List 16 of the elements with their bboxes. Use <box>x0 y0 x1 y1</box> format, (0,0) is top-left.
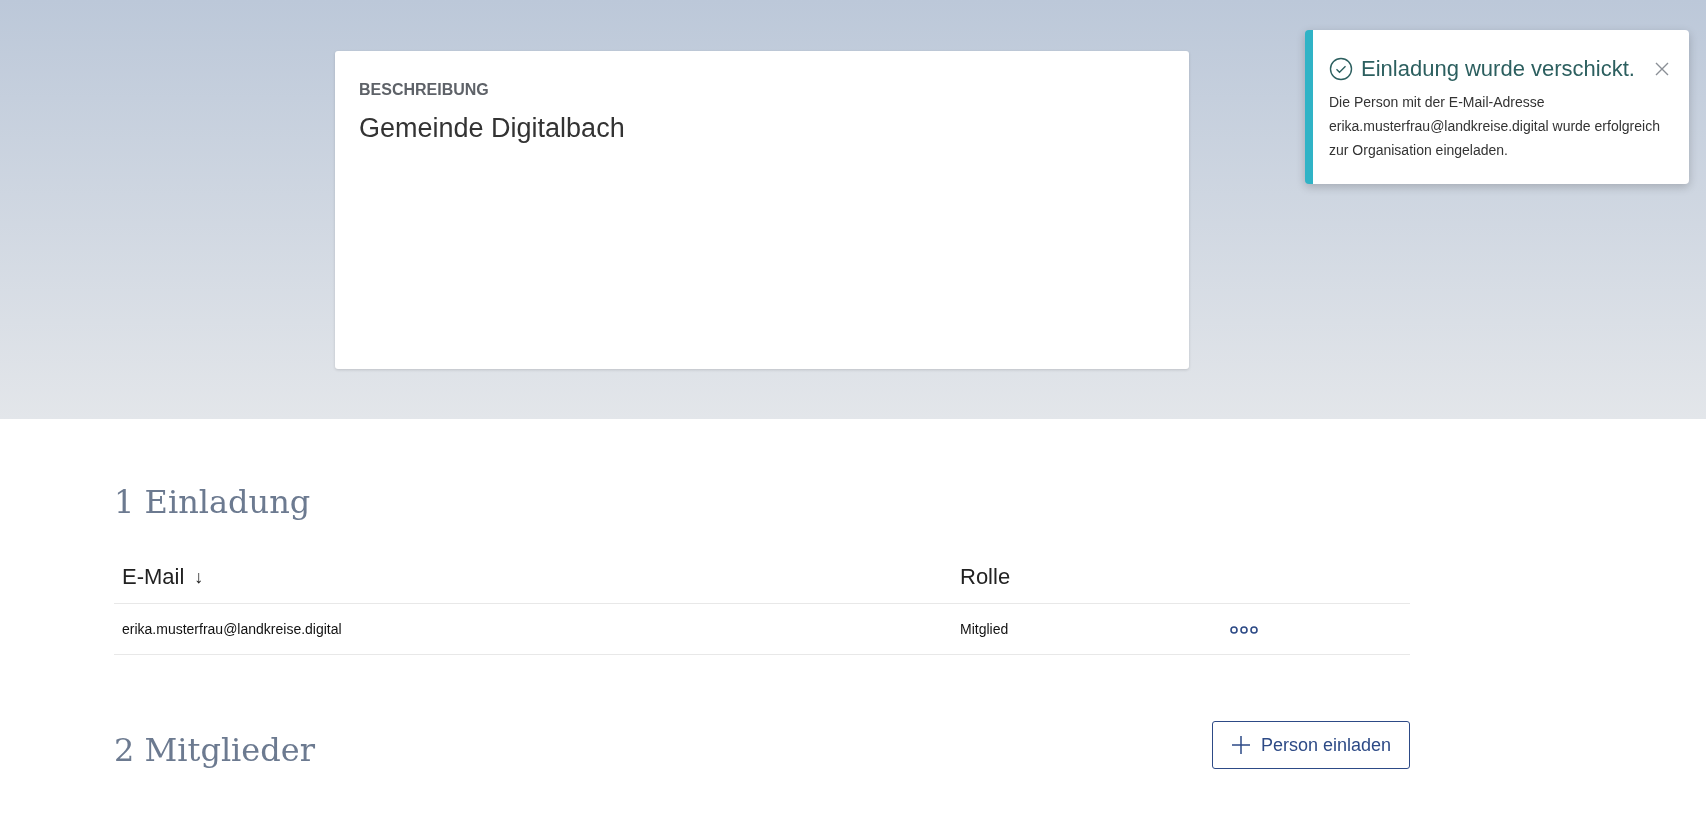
plus-icon <box>1230 735 1251 755</box>
column-header[interactable]: E-Mail <box>122 564 185 590</box>
more-options-icon[interactable] <box>1230 626 1258 634</box>
section-heading: 2 Mitglieder <box>114 731 315 769</box>
invite-person-button[interactable]: Person einladen <box>1211 721 1410 769</box>
role-cell: Mitglied <box>960 621 1009 637</box>
column-header[interactable]: Rolle <box>960 564 1011 590</box>
description-value: Gemeinde Digitalbach <box>359 113 626 144</box>
sort-arrow[interactable]: ↓ <box>194 566 204 588</box>
toast-message: Die Person mit der E-Mail-Adresse erika.musterfrau@landkreise.digital wurde erfolgreich zur Organisation eingeladen. <box>1329 93 1661 160</box>
check-circle-icon <box>1329 57 1353 81</box>
close-icon[interactable] <box>1655 62 1669 76</box>
email-cell: erika.musterfrau@landkreise.digital <box>122 621 342 637</box>
description-label: BESCHREIBUNG <box>359 81 490 99</box>
section-heading: 1 Einladung <box>114 483 312 521</box>
toast-title: Einladung wurde verschickt. <box>1361 55 1636 83</box>
